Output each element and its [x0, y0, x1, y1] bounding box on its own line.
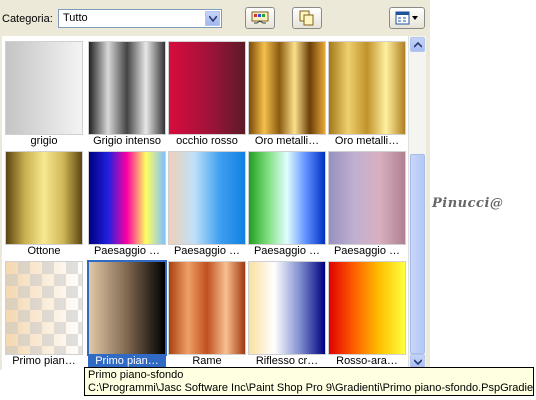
category-value: Tutto — [63, 12, 88, 24]
gradient-label: Paesaggio … — [333, 245, 401, 257]
gradient-swatch — [5, 151, 83, 245]
gradient-grid: grigio Grigio intenso occhio rosso Oro meta… — [2, 36, 408, 370]
gradient-tile[interactable]: Primo pian… — [87, 258, 167, 367]
gradient-label: Grigio intenso — [93, 135, 161, 147]
gradient-picker-panel: Categoria: Tutto grigio Grigio intenso o… — [0, 0, 430, 370]
gradient-label: Rosso-ara… — [336, 355, 398, 367]
gradient-tile[interactable]: Paesaggio … — [328, 148, 406, 257]
gradient-label: Oro metalli… — [334, 135, 400, 147]
category-dropdown[interactable]: Tutto — [58, 9, 222, 28]
gradient-label: Paesaggio … — [253, 245, 321, 257]
gradient-tile[interactable]: Rame — [168, 258, 246, 367]
gradient-label: Oro metalli… — [254, 135, 320, 147]
edit-gradient-button[interactable] — [245, 7, 275, 29]
gradient-label: Primo pian… — [88, 355, 166, 367]
gradient-tile[interactable]: grigio — [5, 38, 83, 147]
gradient-swatch — [248, 41, 326, 135]
gradient-swatch — [328, 261, 406, 355]
gradient-swatch — [88, 41, 166, 135]
gradient-tile[interactable]: Grigio intenso — [88, 38, 166, 147]
gradient-swatch — [168, 41, 246, 135]
gradient-swatch — [248, 261, 326, 355]
gradient-label: grigio — [30, 135, 58, 147]
gradient-swatch — [87, 260, 167, 356]
toolbar: Categoria: Tutto — [0, 0, 430, 36]
gradient-edit-icon — [251, 11, 269, 24]
gradient-swatch — [168, 261, 246, 355]
gradient-swatch — [328, 151, 406, 245]
gradient-tile[interactable]: Paesaggio … — [88, 148, 166, 257]
gradient-tile[interactable]: Primo pian… — [5, 258, 83, 367]
gradient-swatch — [5, 41, 83, 135]
view-menu-icon — [395, 11, 418, 25]
gradient-tile[interactable]: occhio rosso — [168, 38, 246, 147]
gradient-swatch — [5, 261, 83, 355]
scrollbar-thumb[interactable] — [410, 154, 425, 354]
gradient-swatch — [168, 151, 246, 245]
gradient-tile[interactable]: Paesaggio … — [248, 148, 326, 257]
gradient-label: Paesaggio … — [173, 245, 241, 257]
gradient-swatch — [88, 151, 166, 245]
gradient-label: Ottone — [27, 245, 61, 257]
gradient-swatch — [328, 41, 406, 135]
view-options-button[interactable] — [389, 7, 425, 29]
chevron-up-icon — [414, 42, 422, 48]
chevron-down-icon[interactable] — [205, 11, 220, 26]
gradient-label: Paesaggio … — [93, 245, 161, 257]
gradient-tile[interactable]: Oro metalli… — [248, 38, 326, 147]
gradient-label: occhio rosso — [176, 135, 238, 147]
gradient-tile[interactable]: Paesaggio … — [168, 148, 246, 257]
tooltip-path: C:\Programmi\Jasc Software Inc\Paint Sho… — [88, 382, 534, 394]
gradient-label: Primo pian… — [12, 355, 76, 367]
signature-watermark: Pinucci@ — [432, 196, 504, 211]
category-label: Categoria: — [2, 13, 53, 25]
scroll-up-button[interactable] — [410, 37, 425, 52]
gradient-swatch — [248, 151, 326, 245]
gradient-tile[interactable]: Rosso-ara… — [328, 258, 406, 367]
gradient-tile[interactable]: Ottone — [5, 148, 83, 257]
copy-icon — [299, 10, 314, 26]
gradient-label: Riflesso cr… — [255, 355, 319, 367]
tooltip: Primo piano-sfondo C:\Programmi\Jasc Sof… — [84, 367, 534, 396]
copy-button[interactable] — [292, 7, 322, 29]
tooltip-title: Primo piano-sfondo — [88, 369, 184, 381]
gradient-tile[interactable]: Oro metalli… — [328, 38, 406, 147]
vertical-scrollbar[interactable] — [408, 36, 426, 370]
gradient-tile[interactable]: Riflesso cr… — [248, 258, 326, 367]
gradient-label: Rame — [192, 355, 222, 367]
chevron-down-icon — [414, 359, 422, 365]
